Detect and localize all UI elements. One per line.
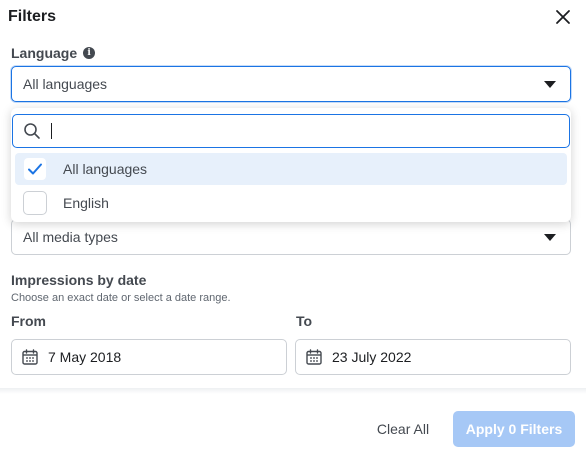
from-date-value: 7 May 2018 — [48, 349, 122, 365]
from-date-field[interactable]: 7 May 2018 — [11, 339, 287, 375]
footer-divider — [0, 388, 586, 394]
checkbox-all-languages[interactable] — [23, 157, 47, 181]
search-icon — [24, 123, 40, 139]
clear-all-button[interactable]: Clear All — [366, 412, 440, 446]
language-search-box[interactable] — [12, 114, 570, 148]
from-label: From — [11, 313, 46, 329]
language-option-label: English — [63, 195, 109, 211]
language-dropdown: All languages English — [11, 108, 571, 222]
text-cursor — [51, 123, 52, 139]
language-option-all[interactable]: All languages — [15, 153, 567, 185]
to-date-field[interactable]: 23 July 2022 — [295, 339, 571, 375]
language-select[interactable]: All languages — [11, 66, 571, 102]
language-label-text: Language — [11, 45, 78, 61]
media-type-select-value: All media types — [23, 229, 118, 245]
to-label: To — [296, 313, 313, 329]
chevron-down-icon — [544, 81, 556, 88]
dialog-title: Filters — [8, 8, 57, 25]
info-icon[interactable]: i — [83, 47, 96, 59]
filters-dialog: Filters Language i All languages All med… — [0, 0, 586, 459]
media-type-select[interactable]: All media types — [11, 219, 571, 255]
language-label: Language i — [11, 45, 96, 61]
calendar-icon — [306, 349, 322, 365]
close-icon — [556, 10, 570, 24]
check-icon — [28, 163, 42, 175]
language-option-english[interactable]: English — [15, 187, 567, 219]
close-button[interactable] — [552, 6, 574, 28]
chevron-down-icon — [544, 234, 556, 241]
impressions-subtitle: Choose an exact date or select a date ra… — [11, 292, 231, 304]
checkbox-english[interactable] — [23, 191, 47, 215]
language-option-label: All languages — [63, 161, 148, 177]
to-date-value: 23 July 2022 — [332, 349, 412, 365]
impressions-title: Impressions by date — [11, 272, 147, 288]
calendar-icon — [22, 349, 38, 365]
language-search-input[interactable] — [56, 123, 526, 139]
language-select-value: All languages — [23, 76, 108, 92]
apply-filters-button[interactable]: Apply 0 Filters — [453, 411, 575, 447]
